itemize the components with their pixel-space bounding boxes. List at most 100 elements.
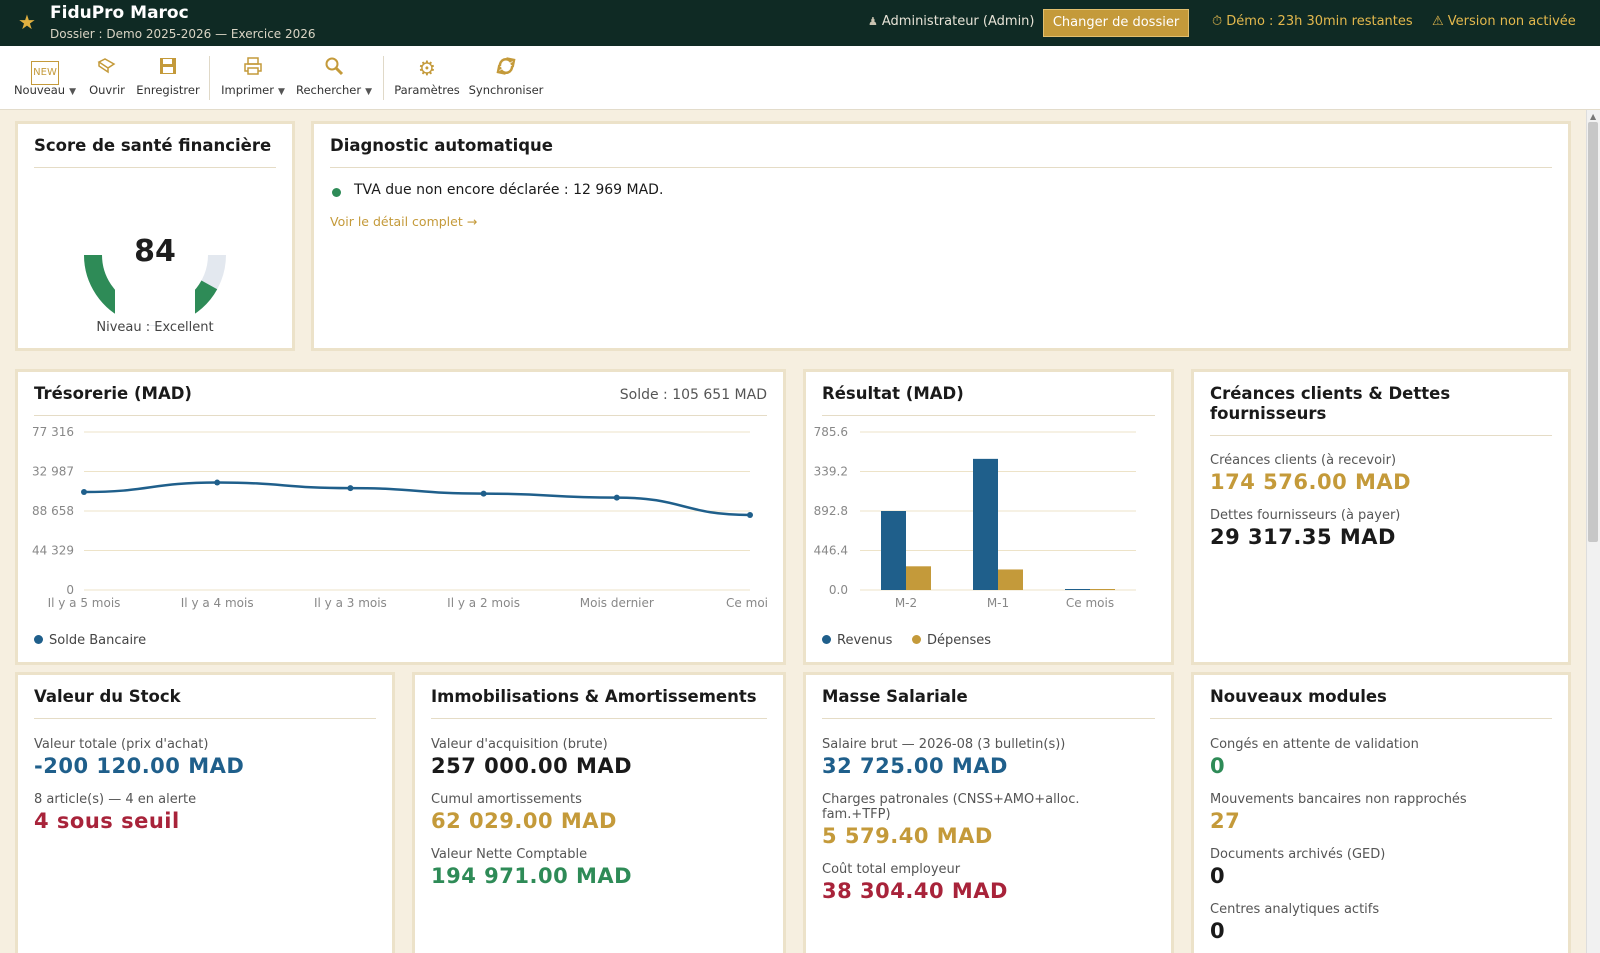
total-cost-value: 38 304.40 MAD [822,879,1008,903]
y-tick-label: 446.4 [814,544,848,558]
legend-label: Dépenses [927,633,992,648]
payroll-card: Masse Salariale Salaire brut — 2026-08 (… [803,672,1174,953]
settings-label: Paramètres [394,83,460,97]
suppliers-value: 29 317.35 MAD [1210,525,1396,549]
save-button[interactable]: Enregistrer [133,46,203,110]
new-button[interactable]: NEW Nouveau ▼ [10,46,80,110]
health-level: Niveau : Excellent [96,320,214,335]
floppy-disk-icon [133,46,203,80]
y-tick-label: 88 658 [32,504,74,518]
data-point [613,494,620,501]
bar-revenue [881,511,906,590]
chevron-down-icon[interactable]: ▼ [365,87,372,97]
diagnostic-item: TVA due non encore déclarée : 12 969 MAD… [354,182,664,198]
employer-charges-value: 5 579.40 MAD [822,824,993,848]
search-button[interactable]: Rechercher ▼ [292,46,376,110]
print-button[interactable]: Imprimer ▼ [216,46,290,110]
card-title: Nouveaux modules [1210,687,1387,706]
card-title: Diagnostic automatique [330,136,553,155]
data-point [480,490,487,497]
new-label: Nouveau [13,83,66,97]
data-point [747,511,753,518]
data-point [214,479,221,486]
gross-salary-value: 32 725.00 MAD [822,754,1008,778]
gear-icon: ⚙ [418,56,436,80]
x-tick-label: Ce moi [726,596,768,610]
scrollbar-thumb[interactable] [1588,122,1598,542]
toolbar-divider [383,56,384,100]
amortization-value: 62 029.00 MAD [431,809,617,833]
sync-icon [466,46,546,80]
print-label: Imprimer [221,83,274,97]
stock-alert-label: 8 article(s) — 4 en alerte [34,792,197,807]
x-tick-label: Il y a 5 mois [48,596,121,610]
scroll-up-icon[interactable]: ▲ [1590,112,1596,121]
bar-revenue [1065,589,1090,590]
series-line-solde [83,481,751,517]
bar-expense [906,566,931,590]
treasury-card: Trésorerie (MAD) Solde : 105 651 MAD 77 … [15,369,786,665]
sync-label: Synchroniser [468,83,544,97]
card-title: Score de santé financière [34,136,272,155]
clients-label: Créances clients (à recevoir) [1210,453,1397,468]
result-card: Résultat (MAD) 785.6 339.2 892.8 446.4 0.0 M-… [803,369,1174,665]
stock-card: Valeur du Stock Valeur totale (prix d'ac… [15,672,395,953]
bar-revenue [973,458,998,590]
x-tick-label: Il y a 4 mois [181,596,254,610]
acquisition-label: Valeur d'acquisition (brute) [431,737,608,752]
open-button[interactable]: Ouvrir [84,46,130,110]
stock-total-label: Valeur totale (prix d'achat) [34,737,209,752]
card-title: Valeur du Stock [34,687,181,706]
current-user[interactable]: ♟ Administrateur (Admin) [868,14,1035,29]
leave-value: 0 [1210,754,1226,778]
bar-expense [1090,589,1115,590]
stock-alert-value: 4 sous seuil [34,809,180,833]
health-score-value: 84 [134,234,176,269]
legend-item[interactable]: Solde Bancaire [34,633,146,648]
x-tick-label: M-1 [987,596,1009,610]
toolbar-divider [209,56,210,100]
change-folder-button[interactable]: Changer de dossier [1043,9,1189,37]
assets-card: Immobilisations & Amortissements Valeur … [412,672,786,953]
x-tick-label: Il y a 2 mois [447,596,520,610]
card-title: Immobilisations & Amortissements [431,687,757,706]
amortization-label: Cumul amortissements [431,792,582,807]
sync-button[interactable]: Synchroniser [466,46,546,110]
y-tick-label: 0.0 [829,583,848,597]
legend-item[interactable]: Revenus [822,633,892,648]
diagnostic-card: Diagnostic automatique TVA due non encor… [311,121,1571,351]
settings-button[interactable]: ⚙ Paramètres [390,46,464,110]
legend-item[interactable]: Dépenses [912,633,991,648]
app-title: FiduPro Maroc [50,3,189,23]
employer-charges-label: Charges patronales (CNSS+AMO+alloc. fam.+… [822,792,1080,822]
new-modules-card: Nouveaux modules Congés en attente de va… [1191,672,1571,953]
data-point [347,485,354,492]
y-tick-label: 77 316 [32,425,74,439]
legend-swatch [912,635,921,644]
dossier-subtitle: Dossier : Demo 2025-2026 — Exercice 2026 [50,27,316,41]
net-value: 194 971.00 MAD [431,864,633,888]
card-title: Masse Salariale [822,687,968,706]
legend-swatch [822,635,831,644]
analytic-centers-label: Centres analytiques actifs [1210,902,1380,917]
chevron-down-icon[interactable]: ▼ [69,87,76,97]
legend-swatch [34,635,43,644]
printer-icon [216,46,290,80]
balance-value: Solde : 105 651 MAD [619,387,767,403]
star-icon: ★ [18,10,36,34]
analytic-centers-value: 0 [1210,919,1226,943]
legend-label: Solde Bancaire [49,633,147,648]
receivables-card: Créances clients & Dettes fournisseurs C… [1191,369,1571,665]
chevron-down-icon[interactable]: ▼ [278,87,285,97]
user-name: Administrateur (Admin) [881,14,1035,29]
bar-expense [998,569,1023,590]
save-label: Enregistrer [136,83,200,97]
x-tick-label: Ce mois [1066,596,1114,610]
demo-status: ⏱ Démo : 23h 30min restantes [1212,14,1413,29]
suppliers-label: Dettes fournisseurs (à payer) [1210,508,1401,523]
y-tick-label: 32 987 [32,465,74,479]
version-status[interactable]: ⚠ Version non activée [1432,14,1576,29]
detail-link[interactable]: Voir le détail complet → [330,214,477,229]
status-dot [332,188,341,197]
y-tick-label: 892.8 [814,504,848,518]
